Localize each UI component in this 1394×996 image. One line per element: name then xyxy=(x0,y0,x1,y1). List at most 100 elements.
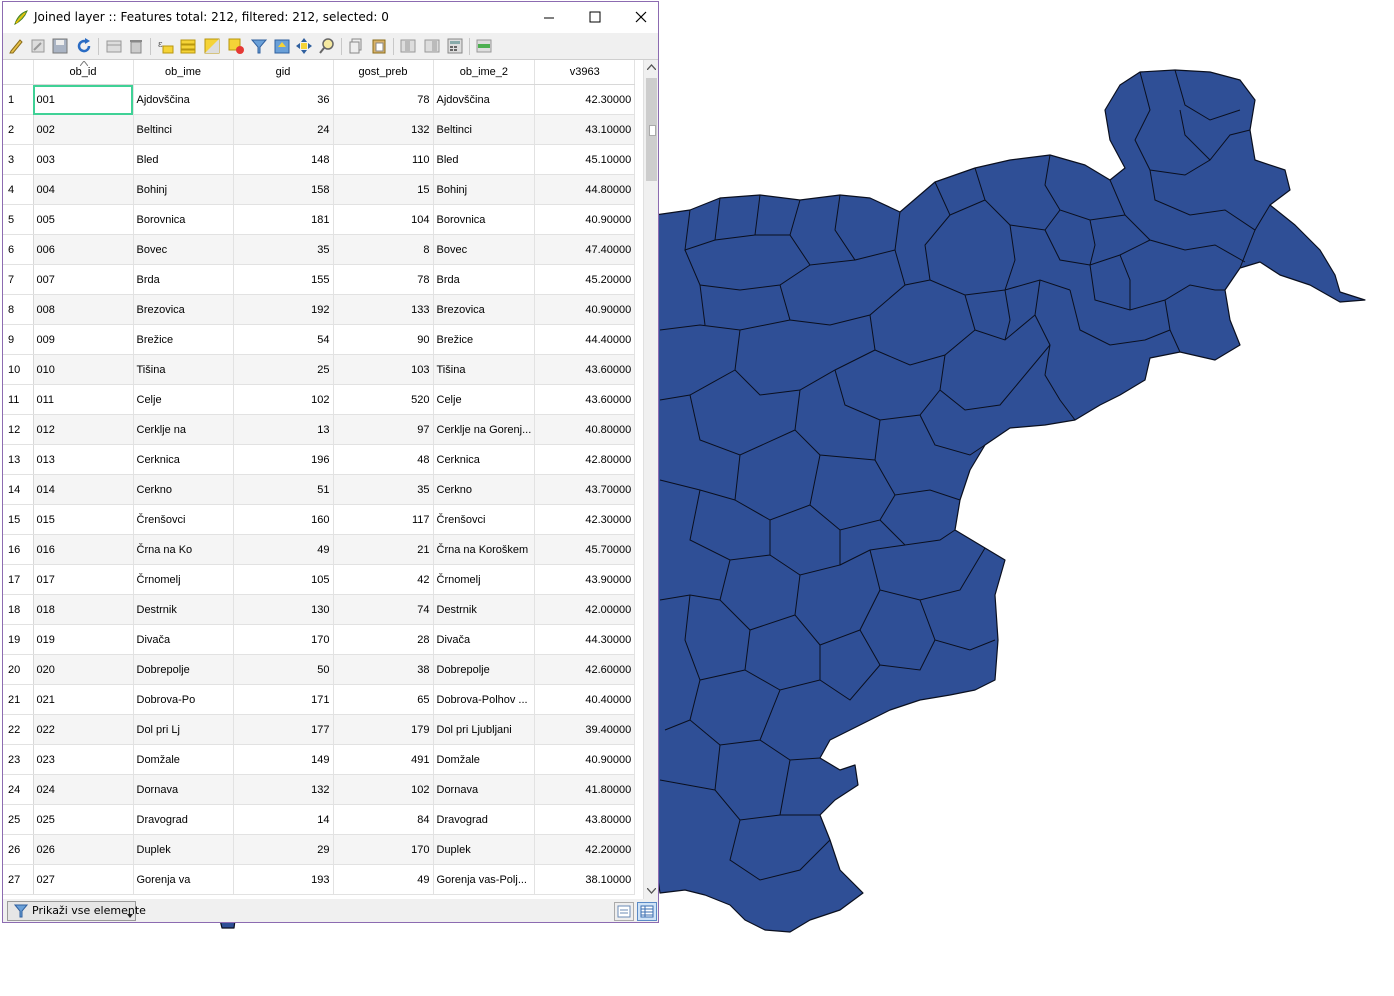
table-cell[interactable]: Črenšovci xyxy=(433,504,536,535)
table-row[interactable]: 13 013 Cerknica 196 48 Cerknica 42.80000 xyxy=(3,444,636,475)
table-cell[interactable]: 74 xyxy=(333,594,434,625)
table-cell[interactable]: 40.90000 xyxy=(534,204,636,235)
table-cell[interactable]: Bled xyxy=(133,144,234,175)
table-cell[interactable]: 90 xyxy=(333,324,434,355)
title-bar[interactable]: Joined layer :: Features total: 212, fil… xyxy=(3,2,658,33)
table-cell[interactable]: Tišina xyxy=(433,354,536,385)
table-cell[interactable]: Borovnica xyxy=(433,204,536,235)
maximize-button[interactable] xyxy=(572,2,618,33)
table-row[interactable]: 15 015 Črenšovci 160 117 Črenšovci 42.30000 xyxy=(3,504,636,535)
copy-icon[interactable] xyxy=(347,37,365,55)
table-cell[interactable]: 41.80000 xyxy=(534,774,636,805)
table-cell[interactable]: 110 xyxy=(333,144,434,175)
table-cell[interactable]: 016 xyxy=(33,534,134,565)
row-header[interactable]: 24 xyxy=(3,774,34,805)
table-row[interactable]: 5 005 Borovnica 181 104 Borovnica 40.90000 xyxy=(3,204,636,235)
table-cell[interactable]: 50 xyxy=(233,654,334,685)
table-cell[interactable]: 148 xyxy=(233,144,334,175)
table-row[interactable]: 1 001 Ajdovščina 36 78 Ajdovščina 42.30000 xyxy=(3,84,636,115)
table-cell[interactable]: 49 xyxy=(333,864,434,895)
table-cell[interactable]: Dobrova-Po xyxy=(133,684,234,715)
zoom-to-selection-icon[interactable] xyxy=(318,37,336,55)
table-row[interactable]: 2 002 Beltinci 24 132 Beltinci 43.10000 xyxy=(3,114,636,145)
table-cell[interactable]: 39.40000 xyxy=(534,714,636,745)
table-cell[interactable]: Dornava xyxy=(133,774,234,805)
table-cell[interactable]: 027 xyxy=(33,864,134,895)
table-row[interactable]: 16 016 Črna na Ko 49 21 Črna na Koroškem 45.70… xyxy=(3,534,636,565)
table-cell[interactable]: 132 xyxy=(333,114,434,145)
table-cell[interactable]: 024 xyxy=(33,774,134,805)
table-cell[interactable]: Divača xyxy=(133,624,234,655)
table-cell[interactable]: 009 xyxy=(33,324,134,355)
table-cell[interactable]: 48 xyxy=(333,444,434,475)
table-cell[interactable]: Divača xyxy=(433,624,536,655)
table-cell[interactable]: 181 xyxy=(233,204,334,235)
row-header[interactable]: 23 xyxy=(3,744,34,775)
row-header[interactable]: 5 xyxy=(3,204,34,235)
table-row[interactable]: 18 018 Destrnik 130 74 Destrnik 42.00000 xyxy=(3,594,636,625)
table-cell[interactable]: 130 xyxy=(233,594,334,625)
table-row[interactable]: 22 022 Dol pri Lj 177 179 Dol pri Ljubljani 39… xyxy=(3,714,636,745)
table-cell[interactable]: Gorenja vas-Polj... xyxy=(433,864,536,895)
table-row[interactable]: 4 004 Bohinj 158 15 Bohinj 44.80000 xyxy=(3,174,636,205)
table-cell[interactable]: Beltinci xyxy=(433,114,536,145)
table-row[interactable]: 24 024 Dornava 132 102 Dornava 41.80000 xyxy=(3,774,636,805)
row-header[interactable]: 3 xyxy=(3,144,34,175)
table-cell[interactable]: 158 xyxy=(233,174,334,205)
table-cell[interactable]: Bohinj xyxy=(433,174,536,205)
row-header[interactable]: 26 xyxy=(3,834,34,865)
table-cell[interactable]: 520 xyxy=(333,384,434,415)
table-cell[interactable]: Črnomelj xyxy=(133,564,234,595)
multi-edit-icon[interactable] xyxy=(29,37,47,55)
table-cell[interactable]: Brežice xyxy=(133,324,234,355)
table-cell[interactable]: 42.30000 xyxy=(534,504,636,535)
table-cell[interactable]: 170 xyxy=(233,624,334,655)
table-cell[interactable]: 155 xyxy=(233,264,334,295)
table-cell[interactable]: 54 xyxy=(233,324,334,355)
table-cell[interactable]: 78 xyxy=(333,264,434,295)
table-row[interactable]: 17 017 Črnomelj 105 42 Črnomelj 43.90000 xyxy=(3,564,636,595)
table-cell[interactable]: 011 xyxy=(33,384,134,415)
table-cell[interactable]: 43.60000 xyxy=(534,354,636,385)
attribute-table[interactable]: ob_id ob_ime gid gost_preb ob_ime_2 v396… xyxy=(3,59,658,900)
table-cell[interactable]: 018 xyxy=(33,594,134,625)
table-cell[interactable]: Celje xyxy=(133,384,234,415)
table-cell[interactable]: Ajdovščina xyxy=(433,84,536,115)
table-cell[interactable]: 022 xyxy=(33,714,134,745)
new-field-icon[interactable] xyxy=(399,37,417,55)
table-cell[interactable]: Cerknica xyxy=(133,444,234,475)
table-cell[interactable]: Beltinci xyxy=(133,114,234,145)
table-cell[interactable]: Črna na Koroškem xyxy=(433,534,536,565)
row-header[interactable]: 16 xyxy=(3,534,34,565)
table-cell[interactable]: 13 xyxy=(233,414,334,445)
pan-to-selection-icon[interactable] xyxy=(295,37,313,55)
table-cell[interactable]: 004 xyxy=(33,174,134,205)
table-cell[interactable]: 149 xyxy=(233,744,334,775)
table-cell[interactable]: 015 xyxy=(33,504,134,535)
table-cell[interactable]: 491 xyxy=(333,744,434,775)
table-row[interactable]: 8 008 Brezovica 192 133 Brezovica 40.90000 xyxy=(3,294,636,325)
table-cell[interactable]: 133 xyxy=(333,294,434,325)
row-header[interactable]: 20 xyxy=(3,654,34,685)
table-cell[interactable]: 28 xyxy=(333,624,434,655)
column-header-ob-id[interactable]: ob_id xyxy=(33,60,134,85)
table-cell[interactable]: Destrnik xyxy=(433,594,536,625)
add-feature-icon[interactable] xyxy=(105,37,123,55)
table-cell[interactable]: Dravograd xyxy=(433,804,536,835)
table-cell[interactable]: 44.40000 xyxy=(534,324,636,355)
table-cell[interactable]: 40.40000 xyxy=(534,684,636,715)
scroll-down-icon[interactable] xyxy=(647,888,656,894)
table-cell[interactable]: 78 xyxy=(333,84,434,115)
table-cell[interactable]: Gorenja va xyxy=(133,864,234,895)
field-calculator-icon[interactable] xyxy=(446,37,464,55)
close-button[interactable] xyxy=(618,2,664,33)
delete-field-icon[interactable] xyxy=(423,37,441,55)
table-cell[interactable]: 103 xyxy=(333,354,434,385)
table-cell[interactable]: 44.30000 xyxy=(534,624,636,655)
table-row[interactable]: 3 003 Bled 148 110 Bled 45.10000 xyxy=(3,144,636,175)
scroll-up-icon[interactable] xyxy=(647,64,656,70)
table-cell[interactable]: Cerkno xyxy=(433,474,536,505)
table-cell[interactable]: 42.80000 xyxy=(534,444,636,475)
row-header[interactable]: 19 xyxy=(3,624,34,655)
column-header-gost-preb[interactable]: gost_preb xyxy=(333,60,434,85)
